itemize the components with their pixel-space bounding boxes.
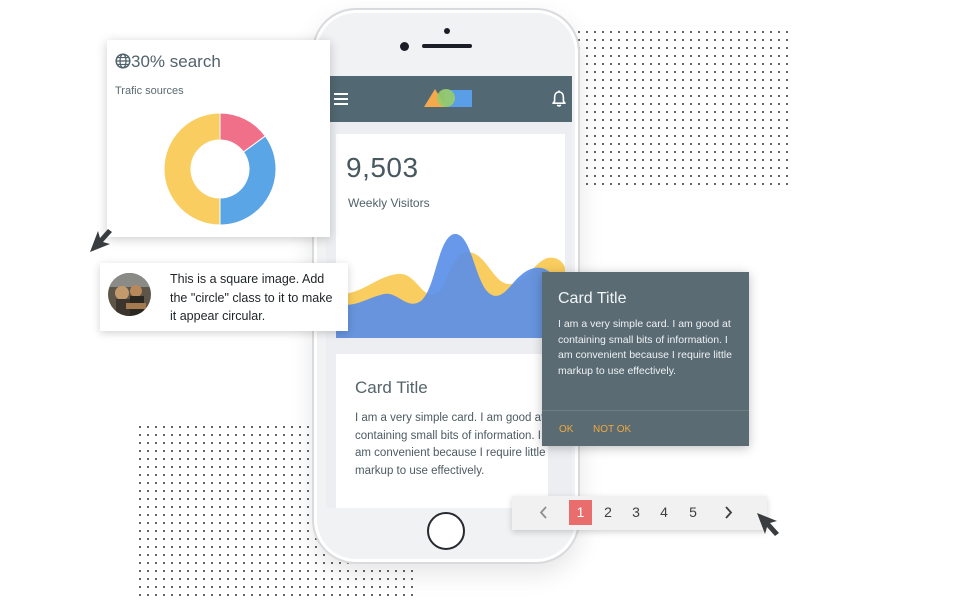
arrow-cursor-icon: [90, 229, 112, 252]
app-logo: [424, 89, 472, 107]
phone-sensor: [444, 28, 450, 34]
phone-card: Card Title I am a very simple card. I am…: [336, 354, 548, 508]
phone-card-body: I am a very simple card. I am good at co…: [355, 412, 546, 477]
phone-camera: [400, 42, 409, 51]
app-header: [326, 76, 572, 122]
phone-card-title: Card Title: [355, 378, 428, 397]
page-5-button[interactable]: 5: [683, 500, 703, 525]
stats-value: 9,503: [346, 152, 419, 183]
avatar-item-text: This is a square image. Add the "circle"…: [170, 272, 333, 323]
donut-slice: [163, 112, 221, 226]
phone-screen: 9,503 Weekly Visitors Card Title I am a …: [326, 76, 572, 508]
traffic-title-text: 30% search: [131, 52, 221, 71]
stats-card: 9,503 Weekly Visitors: [336, 134, 565, 338]
phone-mockup: 9,503 Weekly Visitors Card Title I am a …: [312, 8, 580, 564]
bell-icon[interactable]: [551, 90, 567, 108]
page-2-button[interactable]: 2: [598, 500, 618, 525]
traffic-donut-chart: [163, 112, 277, 226]
visitors-wave-chart: [336, 234, 565, 338]
dark-card-title: Card Title: [558, 290, 627, 307]
page-3-button[interactable]: 3: [626, 500, 646, 525]
phone-home-button[interactable]: [427, 512, 465, 550]
card-divider: [542, 410, 749, 411]
phone-speaker: [422, 44, 472, 48]
menu-icon[interactable]: [334, 93, 348, 105]
page-1-button[interactable]: 1: [569, 500, 592, 525]
globe-icon: [115, 53, 131, 69]
traffic-sources-card: 30% search Trafic sources: [107, 40, 330, 237]
traffic-subtitle: Trafic sources: [115, 85, 184, 97]
avatar: [108, 273, 151, 316]
dark-card-body: I am a very simple card. I am good at co…: [558, 318, 732, 377]
dot-pattern-top: [577, 30, 789, 188]
chevron-right-icon[interactable]: [720, 500, 736, 525]
ok-button[interactable]: OK: [559, 424, 573, 435]
arrow-cursor-icon: [757, 513, 779, 536]
pagination: 1 2 3 4 5: [512, 496, 767, 530]
avatar-list-item: This is a square image. Add the "circle"…: [100, 263, 348, 331]
page-4-button[interactable]: 4: [654, 500, 674, 525]
dark-card: Card Title I am a very simple card. I am…: [542, 272, 749, 446]
donut-slice: [219, 135, 277, 226]
not-ok-button[interactable]: NOT OK: [593, 424, 631, 435]
traffic-card-title: 30% search: [115, 52, 221, 72]
chevron-left-icon[interactable]: [536, 500, 552, 525]
stats-label: Weekly Visitors: [348, 196, 430, 210]
